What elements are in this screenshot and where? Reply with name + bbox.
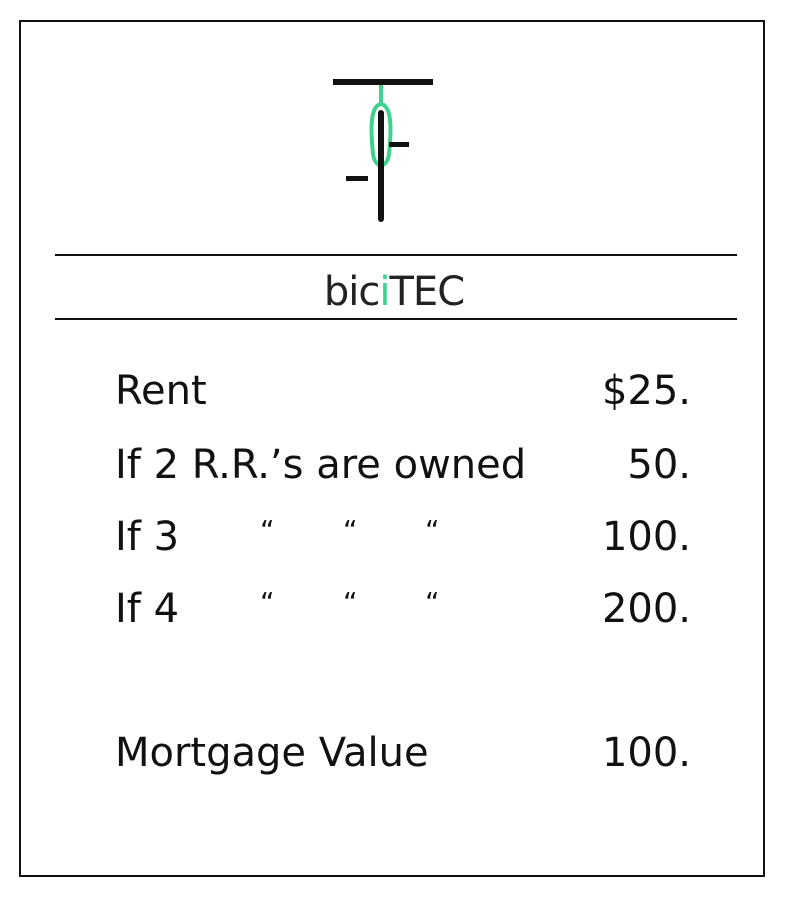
rent-label: Rent (115, 368, 207, 414)
ditto-mark: “ (343, 514, 358, 547)
ditto-mark: “ (425, 586, 440, 619)
rent-3-rr-label: If 3 (115, 514, 180, 560)
rent-4-rr-value: 200. (601, 586, 691, 632)
brand-rule-top (55, 254, 737, 256)
brand-rule-bottom (55, 318, 737, 320)
ditto-mark: “ (425, 514, 440, 547)
ditto-mark: “ (260, 586, 275, 619)
ditto-mark: “ (260, 514, 275, 547)
rent-3-rr-row: If 3 “ “ “ 100. (115, 512, 691, 562)
rent-value: $25. (601, 368, 691, 414)
mortgage-value: 100. (601, 730, 691, 776)
rent-3-rr-value: 100. (601, 514, 691, 560)
railroad-deed-card: biciTEC Rent $25. If 2 R.R.’s are owned … (19, 20, 765, 877)
rent-row: Rent $25. (115, 366, 691, 416)
rent-2-rr-value: 50. (627, 442, 691, 488)
bicycle-logo-icon (333, 79, 433, 222)
mortgage-row: Mortgage Value 100. (115, 728, 691, 778)
rent-4-rr-label: If 4 (115, 586, 180, 632)
brand-name: biciTEC (323, 269, 465, 315)
rent-4-rr-row: If 4 “ “ “ 200. (115, 584, 691, 634)
mortgage-label: Mortgage Value (115, 730, 429, 776)
rent-2-rr-label: If 2 R.R.’s are owned (115, 442, 527, 488)
ditto-mark: “ (343, 586, 358, 619)
rent-2-rr-row: If 2 R.R.’s are owned 50. (115, 440, 691, 490)
